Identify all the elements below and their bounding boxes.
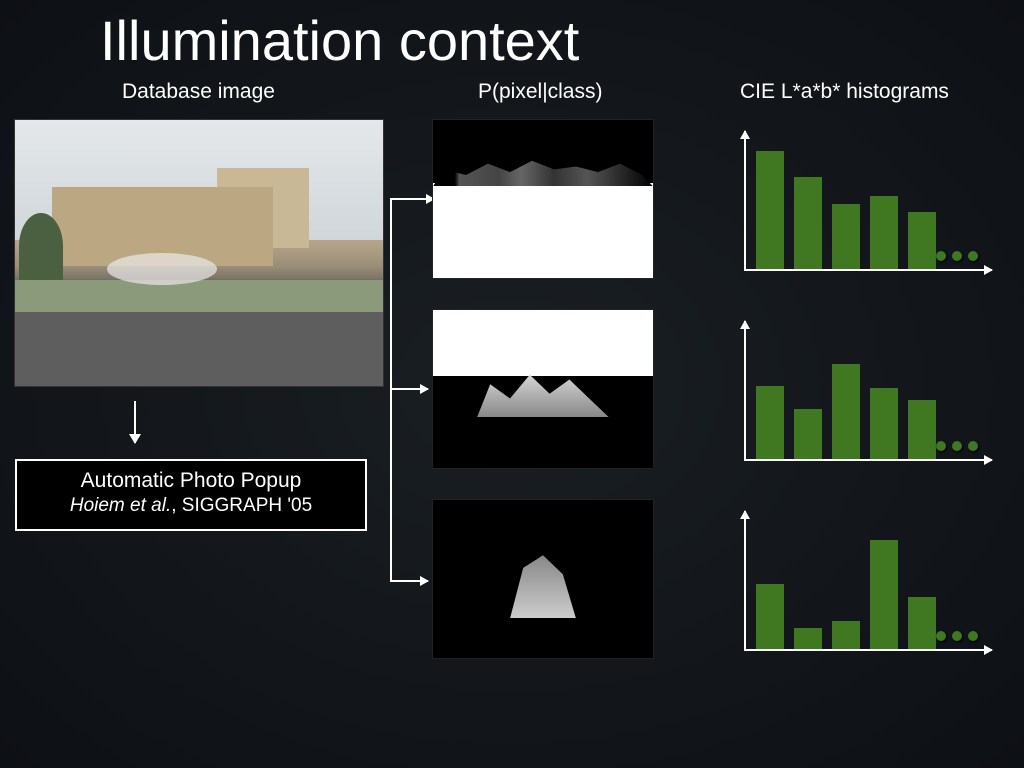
histogram-bars xyxy=(756,519,936,649)
axis-y-icon xyxy=(744,131,746,271)
paper-venue: , SIGGRAPH '05 xyxy=(171,495,312,516)
paper-reference-box: Automatic Photo Popup Hoiem et al., SIGG… xyxy=(15,459,367,531)
histogram-bar xyxy=(870,540,898,649)
probability-map-vertical xyxy=(432,309,654,469)
histogram-bar xyxy=(756,386,784,459)
probability-map-ground xyxy=(432,119,654,279)
dot-icon xyxy=(952,251,962,261)
dot-icon xyxy=(936,441,946,451)
histogram-bar xyxy=(870,388,898,459)
dot-icon xyxy=(936,631,946,641)
ellipsis-icon xyxy=(936,251,978,261)
histogram-sky xyxy=(738,503,998,663)
histogram-bars xyxy=(756,329,936,459)
histogram-bar xyxy=(908,597,936,649)
histogram-bar xyxy=(794,177,822,269)
dot-icon xyxy=(936,251,946,261)
dot-icon xyxy=(968,251,978,261)
ellipsis-icon xyxy=(936,441,978,451)
probability-map-sky xyxy=(432,499,654,659)
histogram-bar xyxy=(870,196,898,269)
ellipsis-icon xyxy=(936,631,978,641)
flow-connector-mid xyxy=(390,388,428,390)
flow-connector-bottom xyxy=(390,498,428,582)
histogram-bar xyxy=(832,204,860,269)
flow-connector-top xyxy=(390,198,428,498)
histogram-bars xyxy=(756,139,936,269)
axis-y-icon xyxy=(744,511,746,651)
axis-x-icon xyxy=(744,269,992,271)
dot-icon xyxy=(968,441,978,451)
dot-icon xyxy=(968,631,978,641)
arrow-down-icon xyxy=(134,401,136,443)
slide-title: Illumination context xyxy=(100,8,579,73)
histogram-bar xyxy=(756,151,784,269)
histogram-bar xyxy=(794,409,822,459)
histogram-bar xyxy=(756,584,784,649)
label-histograms: CIE L*a*b* histograms xyxy=(740,80,949,104)
axis-x-icon xyxy=(744,459,992,461)
histogram-bar xyxy=(908,400,936,459)
dot-icon xyxy=(952,441,962,451)
axis-x-icon xyxy=(744,649,992,651)
dot-icon xyxy=(952,631,962,641)
histogram-vertical xyxy=(738,313,998,473)
label-database-image: Database image xyxy=(122,80,275,104)
axis-y-icon xyxy=(744,321,746,461)
paper-authors: Hoiem et al. xyxy=(70,495,171,516)
paper-authors-venue: Hoiem et al., SIGGRAPH '05 xyxy=(17,495,365,517)
histogram-bar xyxy=(832,364,860,459)
histogram-bar xyxy=(794,628,822,649)
database-photo xyxy=(14,119,384,387)
paper-title: Automatic Photo Popup xyxy=(17,469,365,493)
label-p-pixel-class: P(pixel|class) xyxy=(478,80,602,104)
histogram-bar xyxy=(832,621,860,649)
histogram-bar xyxy=(908,212,936,269)
histogram-ground xyxy=(738,123,998,283)
